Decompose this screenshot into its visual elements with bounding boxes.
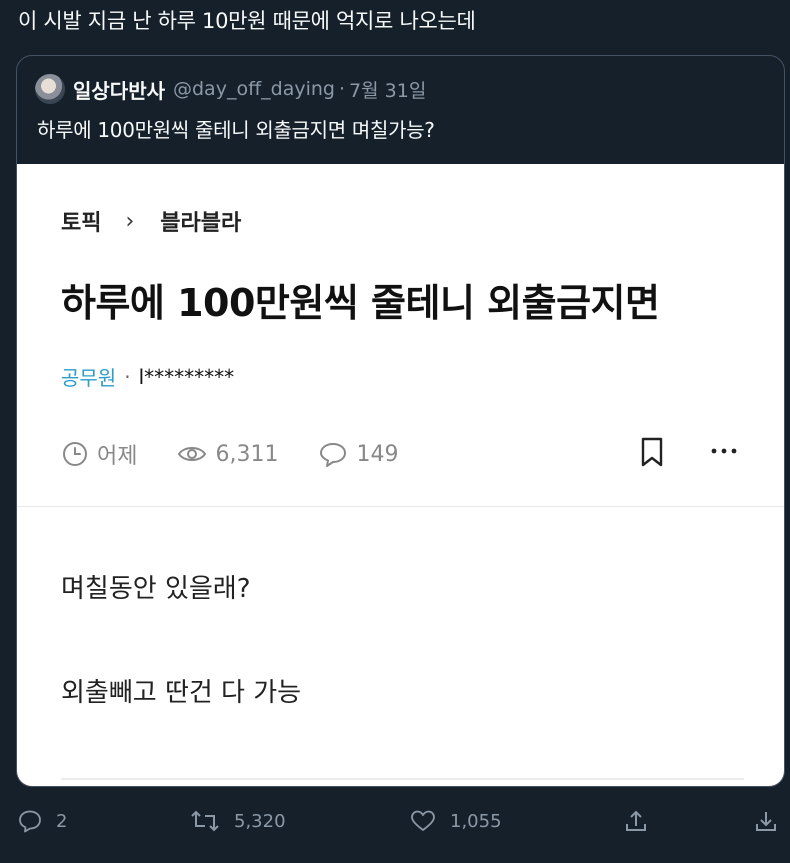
bookmark-icon[interactable] [639, 436, 665, 468]
post-meta: 어제 6,311 149 [61, 439, 438, 469]
share-icon [626, 810, 646, 831]
divider [17, 506, 784, 507]
post-title: 하루에 100만원씩 줄테니 외출금지면 [61, 281, 660, 325]
post-body-line-2: 외출빼고 딴건 다 가능 [61, 678, 302, 708]
quoted-date[interactable]: 7월 31일 [349, 76, 426, 103]
post-time-label: 어제 [97, 444, 138, 469]
reply-icon [19, 810, 41, 833]
breadcrumb-board: 블라블라 [160, 211, 242, 236]
post-comments-count: 149 [356, 441, 399, 467]
quoted-text: 하루에 100만원씩 줄테니 외출금지면 며칠가능? [37, 118, 435, 142]
author-separator: · [124, 364, 131, 389]
separator-dot: · [339, 78, 346, 100]
breadcrumb-topic: 토픽 [61, 211, 102, 236]
post-comments: 149 [318, 440, 398, 468]
retweet-button[interactable]: 5,320 [190, 806, 286, 836]
author-company: 공무원 [61, 366, 117, 390]
chevron-right-icon: › [125, 208, 135, 234]
author-row: 공무원 · l********* [61, 362, 234, 391]
like-count: 1,055 [450, 810, 502, 832]
quoted-author-handle[interactable]: @day_off_daying [173, 78, 335, 100]
divider [61, 778, 744, 780]
share-button[interactable] [624, 806, 662, 836]
more-icon[interactable] [709, 436, 739, 466]
reply-button[interactable]: 2 [18, 806, 67, 836]
download-button[interactable] [754, 806, 790, 836]
retweet-count: 5,320 [234, 810, 286, 832]
clock-icon [63, 442, 87, 466]
reply-count: 2 [56, 810, 68, 832]
previous-tweet-edge [0, 0, 790, 4]
quoted-tweet-header: 일상다반사 @day_off_daying · 7월 31일 [35, 74, 426, 104]
like-button[interactable]: 1,055 [410, 806, 502, 836]
tweet-page: 이 시발 지금 난 하루 10만원 때문에 억지로 나오는데 일상다반사 @da… [0, 0, 790, 863]
author-id: l********* [138, 364, 235, 389]
quoted-tweet[interactable]: 일상다반사 @day_off_daying · 7월 31일 하루에 100만원… [16, 55, 785, 787]
comment-icon [320, 443, 347, 467]
tweet-actions: 2 5,320 1,055 [18, 806, 778, 836]
post-body-line-1: 며칠동안 있을래? [61, 574, 251, 604]
quoted-author-name[interactable]: 일상다반사 [73, 75, 165, 104]
heart-icon [411, 810, 435, 831]
post-views-count: 6,311 [215, 441, 279, 467]
avatar[interactable] [35, 74, 65, 104]
breadcrumb: 토픽 › 블라블라 [61, 205, 241, 237]
download-icon [756, 812, 776, 831]
retweet-icon [191, 810, 219, 832]
eye-icon [178, 447, 207, 461]
tweet-text: 이 시발 지금 난 하루 10만원 때문에 억지로 나오는데 [18, 9, 476, 33]
post-time: 어제 [61, 438, 137, 470]
attached-image[interactable]: 토픽 › 블라블라 하루에 100만원씩 줄테니 외출금지면 공무원 · l**… [17, 164, 784, 786]
post-views: 6,311 [177, 440, 278, 468]
